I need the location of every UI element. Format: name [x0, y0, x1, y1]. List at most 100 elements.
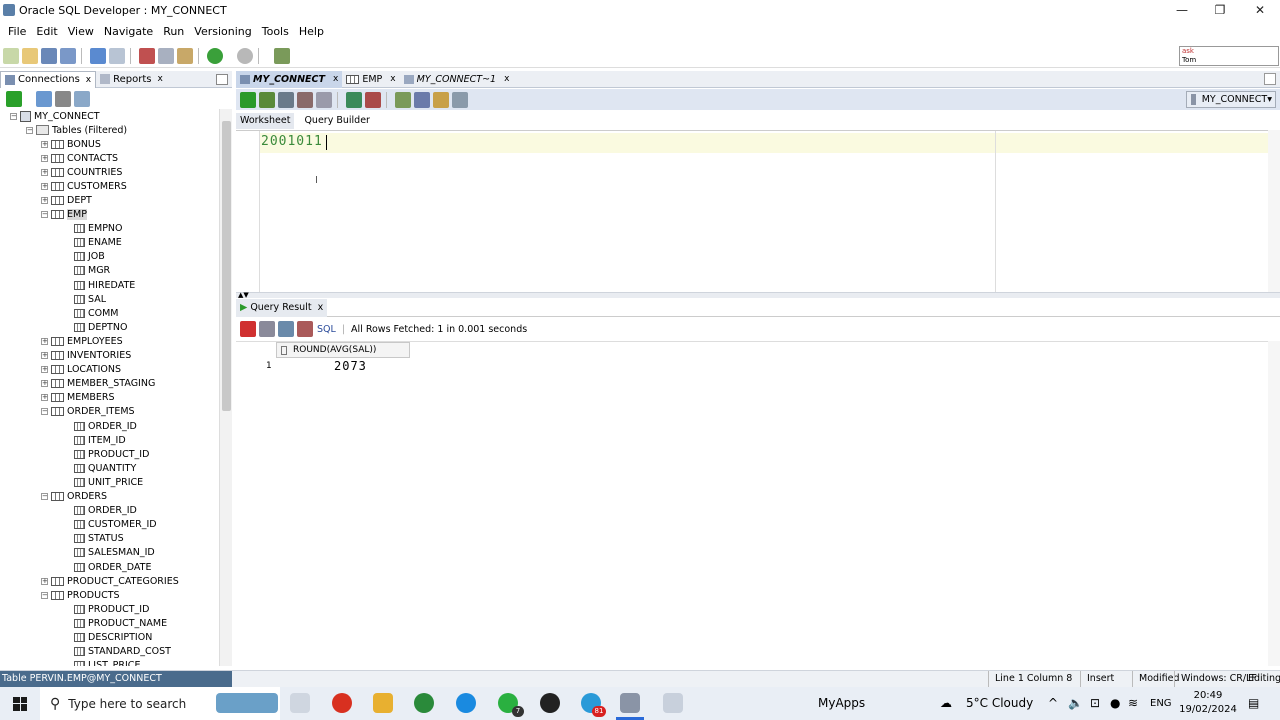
tree-column-node[interactable]: DEPTNO: [74, 320, 127, 334]
tree-table-node[interactable]: + BONUS: [41, 137, 101, 151]
minimize-panel-button[interactable]: [216, 74, 228, 85]
expand-icon[interactable]: +: [41, 380, 48, 388]
result-cell[interactable]: 2073: [334, 359, 367, 373]
sql-editor[interactable]: 2001011 I: [236, 130, 1268, 293]
chrome-icon[interactable]: [414, 693, 434, 713]
rollback-icon[interactable]: [297, 91, 313, 108]
close-icon[interactable]: x: [318, 302, 324, 313]
explain-plan-icon[interactable]: [346, 91, 362, 108]
schema-browser-icon[interactable]: [74, 91, 90, 107]
tree-column-node[interactable]: SAL: [74, 292, 106, 306]
expand-icon[interactable]: +: [41, 366, 48, 374]
expand-icon[interactable]: +: [41, 196, 48, 204]
tree-column-node[interactable]: HIREDATE: [74, 278, 135, 292]
ask-tom-search[interactable]: ask Tom: [1179, 46, 1279, 66]
tree-table-node[interactable]: + EMPLOYEES: [41, 334, 123, 348]
menu-navigate[interactable]: Navigate: [104, 25, 153, 38]
tab-reports[interactable]: Reports x: [96, 71, 167, 88]
migration-icon[interactable]: [274, 47, 290, 64]
search-highlight-image[interactable]: [216, 693, 278, 713]
tree-column-node[interactable]: EMPNO: [74, 222, 123, 236]
copy-icon[interactable]: [158, 47, 174, 64]
tab-worksheet[interactable]: Worksheet: [236, 113, 295, 129]
scrollbar-thumb[interactable]: [222, 121, 231, 411]
system-clock[interactable]: 20:49 19/02/2024: [1178, 689, 1238, 717]
tree-table-node[interactable]: + DEPT: [41, 193, 92, 207]
new-icon[interactable]: [3, 47, 19, 64]
pin-icon[interactable]: [240, 321, 256, 337]
editor-scrollbar[interactable]: [1268, 130, 1280, 292]
column-header[interactable]: ROUND(AVG(SAL)): [276, 342, 410, 358]
start-button[interactable]: [0, 687, 40, 720]
tree-table-node[interactable]: + INVENTORIES: [41, 349, 131, 363]
collapse-icon[interactable]: −: [10, 112, 17, 120]
tree-column-node[interactable]: COMM: [74, 306, 119, 320]
tree-table-node[interactable]: + COUNTRIES: [41, 165, 122, 179]
tab-query-result[interactable]: ▶ Query Result x: [236, 298, 328, 317]
tree-table-node[interactable]: − PRODUCTS: [41, 588, 120, 602]
run-script-icon[interactable]: [259, 91, 275, 108]
cut-icon[interactable]: [139, 47, 155, 64]
obs-icon[interactable]: [540, 693, 560, 713]
paste-icon[interactable]: [177, 47, 193, 64]
collapse-icon[interactable]: −: [41, 493, 48, 500]
expand-icon[interactable]: +: [41, 182, 48, 190]
menu-tools[interactable]: Tools: [262, 25, 289, 38]
tree-column-node[interactable]: PRODUCT_NAME: [74, 616, 167, 630]
tree-column-node[interactable]: ITEM_ID: [74, 433, 126, 447]
tree-table-node[interactable]: + CONTACTS: [41, 151, 118, 165]
tree-column-node[interactable]: PRODUCT_ID: [74, 447, 149, 461]
clear-results-icon[interactable]: [297, 321, 313, 337]
close-icon[interactable]: x: [504, 74, 509, 84]
volume-icon[interactable]: 🔈: [1068, 687, 1083, 720]
tab-connections[interactable]: Connections x: [0, 70, 97, 88]
expand-icon[interactable]: +: [41, 337, 48, 345]
tree-column-node[interactable]: PRODUCT_ID: [74, 602, 149, 616]
collapse-icon[interactable]: −: [26, 126, 33, 134]
forward-icon[interactable]: [207, 47, 223, 64]
tuning-icon[interactable]: [452, 91, 468, 108]
tree-column-node[interactable]: QUANTITY: [74, 461, 136, 475]
run-statement-icon[interactable]: [240, 91, 256, 108]
close-button[interactable]: ✕: [1240, 0, 1280, 20]
tree-column-node[interactable]: CUSTOMER_ID: [74, 518, 157, 532]
task-view-icon[interactable]: [290, 693, 310, 713]
tree-table-node[interactable]: + MEMBER_STAGING: [41, 377, 155, 391]
language-indicator[interactable]: ENG: [1150, 687, 1172, 720]
sql-text[interactable]: 2001011: [261, 134, 323, 149]
recorder-icon[interactable]: [332, 693, 352, 713]
expand-icon[interactable]: +: [41, 577, 48, 585]
expand-icon[interactable]: +: [41, 168, 48, 176]
notepad-icon[interactable]: [663, 693, 683, 713]
tree-table-node[interactable]: + CUSTOMERS: [41, 179, 127, 193]
open-icon[interactable]: [22, 47, 38, 64]
tree-table-node[interactable]: − ORDER_ITEMS: [41, 405, 135, 419]
myapps-toolbar[interactable]: MyApps: [818, 687, 865, 720]
tree-table-node[interactable]: + MEMBERS: [41, 391, 115, 405]
commit-icon[interactable]: [278, 91, 294, 108]
tree-column-node[interactable]: ORDER_ID: [74, 504, 137, 518]
close-icon[interactable]: x: [333, 74, 338, 84]
file-explorer-icon[interactable]: [373, 693, 393, 713]
expand-icon[interactable]: +: [41, 394, 48, 402]
microphone-icon[interactable]: ●: [1110, 687, 1120, 720]
back-icon[interactable]: [237, 47, 253, 64]
sql-history-icon[interactable]: [395, 91, 411, 108]
filter-icon[interactable]: [55, 91, 71, 107]
collapse-icon[interactable]: −: [41, 591, 48, 599]
menu-versioning[interactable]: Versioning: [194, 25, 251, 38]
splitter[interactable]: ▲▼: [236, 291, 1280, 299]
tree-column-node[interactable]: JOB: [74, 250, 105, 264]
tree-tables-folder[interactable]: − Tables (Filtered): [26, 123, 127, 137]
close-icon[interactable]: x: [157, 74, 162, 84]
undo-icon[interactable]: [90, 47, 106, 64]
connection-select[interactable]: MY_CONNECT ▾: [1186, 91, 1276, 108]
tree-scrollbar[interactable]: [219, 109, 232, 666]
clear-icon[interactable]: [365, 91, 381, 108]
tree-column-node[interactable]: ORDER_ID: [74, 419, 137, 433]
collapse-icon[interactable]: −: [41, 408, 48, 416]
menu-edit[interactable]: Edit: [36, 25, 57, 38]
tab-query-builder[interactable]: Query Builder: [300, 113, 374, 129]
expand-icon[interactable]: +: [41, 352, 48, 359]
menu-run[interactable]: Run: [163, 25, 184, 38]
